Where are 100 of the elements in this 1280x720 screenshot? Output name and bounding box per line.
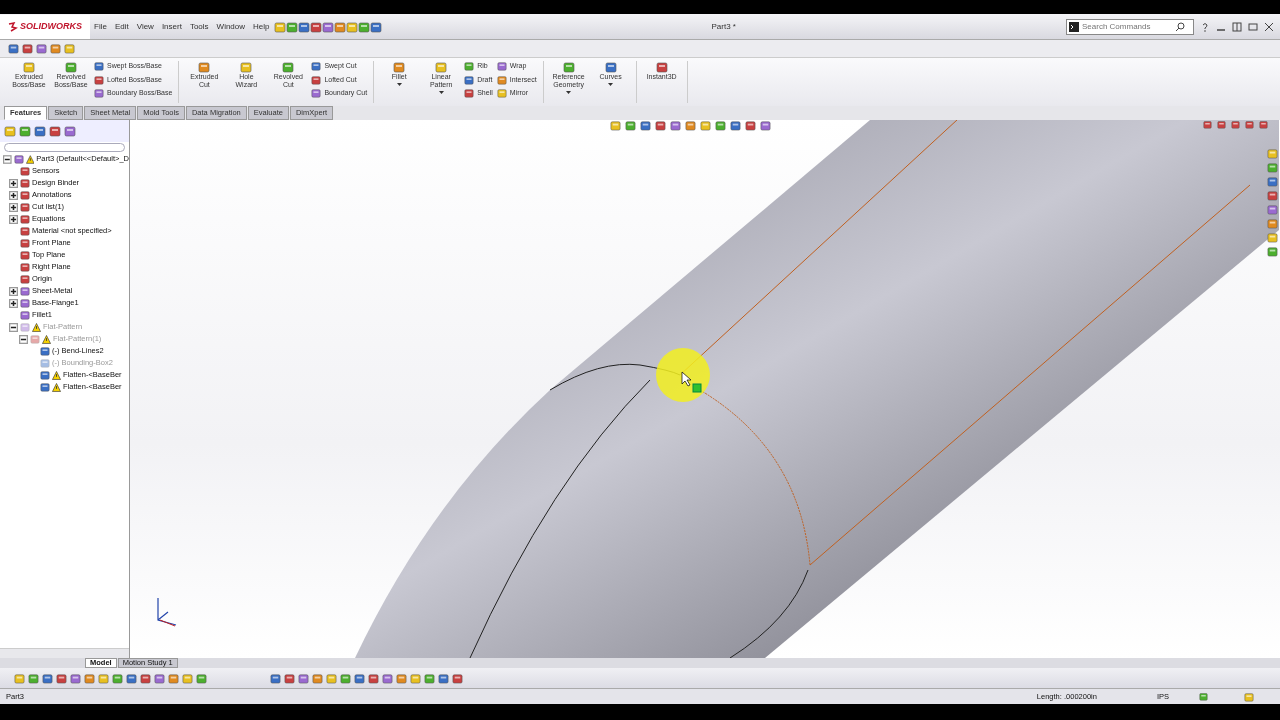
expand-icon[interactable] [9,298,18,308]
toolbar-icon[interactable] [154,672,165,684]
toolbar-icon[interactable] [22,43,33,54]
collapse-icon[interactable] [19,334,28,344]
toolbar-icon[interactable] [64,43,75,54]
collapse-icon[interactable] [3,154,12,164]
menu-item[interactable]: Insert [157,18,186,35]
toolbar-icon[interactable] [333,20,346,33]
toolbar-icon[interactable] [369,20,382,33]
task-pane-icon[interactable] [1267,148,1278,159]
menu-item[interactable]: Help [249,18,274,35]
toolbar-icon[interactable] [273,20,286,33]
toolbar-icon[interactable] [182,672,193,684]
toolbar-icon[interactable] [285,20,298,33]
panel-tab-icon[interactable] [34,125,46,137]
toolbar-icon[interactable] [70,672,81,684]
expand-icon[interactable] [9,214,18,224]
toolbar-icon[interactable] [270,672,281,684]
toolbar-icon[interactable] [56,672,67,684]
toolbar-icon[interactable] [28,672,39,684]
toolbar-icon[interactable] [284,672,295,684]
toolbar-icon[interactable] [140,672,151,684]
window-control-icon[interactable] [1245,120,1254,129]
view-toolbar-icon[interactable] [730,120,741,131]
toolbar-icon[interactable] [357,20,370,33]
toolbar-icon[interactable] [368,672,379,684]
task-pane-icon[interactable] [1267,190,1278,201]
toolbar-icon[interactable] [396,672,407,684]
toolbar-icon[interactable] [98,672,109,684]
menu-item[interactable]: Window [212,18,250,35]
panel-tab-icon[interactable] [4,125,16,137]
expand-icon[interactable] [9,190,18,200]
window-control-icon[interactable] [1259,120,1268,129]
view-toolbar-icon[interactable] [745,120,756,131]
view-toolbar-icon[interactable] [700,120,711,131]
search-box[interactable]: Search Commands [1066,18,1194,35]
toolbar-icon[interactable] [126,672,137,684]
view-toolbar-icon[interactable] [640,120,651,131]
view-toolbar-icon[interactable] [715,120,726,131]
view-toolbar-icon[interactable] [760,120,771,131]
menu-item[interactable]: Edit [110,18,133,35]
toolbar-icon[interactable] [168,672,179,684]
task-pane-icon[interactable] [1267,162,1278,173]
toolbar-icon[interactable] [84,672,95,684]
toolbar-icon[interactable] [424,672,435,684]
panel-tab-icon[interactable] [19,125,31,137]
task-pane-icon[interactable] [1267,204,1278,215]
horizontal-scrollbar[interactable] [0,648,129,658]
toolbar-icon[interactable] [312,672,323,684]
task-pane-icon[interactable] [1267,218,1278,229]
menu-item[interactable]: View [132,18,158,35]
toolbar-icon[interactable] [340,672,351,684]
caret-icon[interactable] [566,91,572,94]
menu-item[interactable]: File [90,18,111,35]
toolbar-icon[interactable] [410,672,421,684]
expand-icon[interactable] [9,286,18,296]
toolbar-icon[interactable] [438,672,449,684]
toolbar-icon[interactable] [196,672,207,684]
view-toolbar-icon[interactable] [685,120,696,131]
toolbar-icon[interactable] [321,20,334,33]
help-icon[interactable] [1199,692,1208,701]
toolbar-icon[interactable] [50,43,61,54]
expand-icon[interactable] [9,178,18,188]
caret-icon[interactable] [396,83,402,86]
toolbar-icon[interactable] [309,20,322,33]
toolbar-icon[interactable] [452,672,463,684]
task-pane-icon[interactable] [1267,232,1278,243]
toolbar-icon[interactable] [112,672,123,684]
caret-icon[interactable] [608,83,614,86]
close-icon[interactable] [1264,21,1274,32]
toolbar-icon[interactable] [36,43,47,54]
panel-tab-icon[interactable] [64,125,76,137]
window-control-icon[interactable] [1217,120,1226,129]
search-icon[interactable] [1175,21,1185,32]
maximize-icon[interactable] [1248,21,1258,32]
toolbar-icon[interactable] [345,20,358,33]
window-control-icon[interactable] [1231,120,1240,129]
toolbar-icon[interactable] [382,672,393,684]
view-toolbar-icon[interactable] [670,120,681,131]
toolbar-icon[interactable] [297,20,310,33]
view-toolbar-icon[interactable] [610,120,621,131]
view-toolbar-icon[interactable] [655,120,666,131]
rebuild-icon[interactable] [1244,691,1254,702]
menu-item[interactable]: Tools [185,18,213,35]
toolbar-icon[interactable] [326,672,337,684]
collapse-icon[interactable] [9,322,18,332]
toolbar-icon[interactable] [354,672,365,684]
toolbar-icon[interactable] [42,672,53,684]
task-pane-icon[interactable] [1267,246,1278,257]
expand-icon[interactable] [9,202,18,212]
help-icon[interactable] [1200,21,1210,32]
restore-icon[interactable] [1232,21,1242,32]
toolbar-icon[interactable] [298,672,309,684]
toolbar-icon[interactable] [8,43,19,54]
view-toolbar-icon[interactable] [625,120,636,131]
task-pane-icon[interactable] [1267,176,1278,187]
window-control-icon[interactable] [1203,120,1212,129]
panel-tab-icon[interactable] [49,125,61,137]
caret-icon[interactable] [438,91,444,94]
toolbar-icon[interactable] [14,672,25,684]
